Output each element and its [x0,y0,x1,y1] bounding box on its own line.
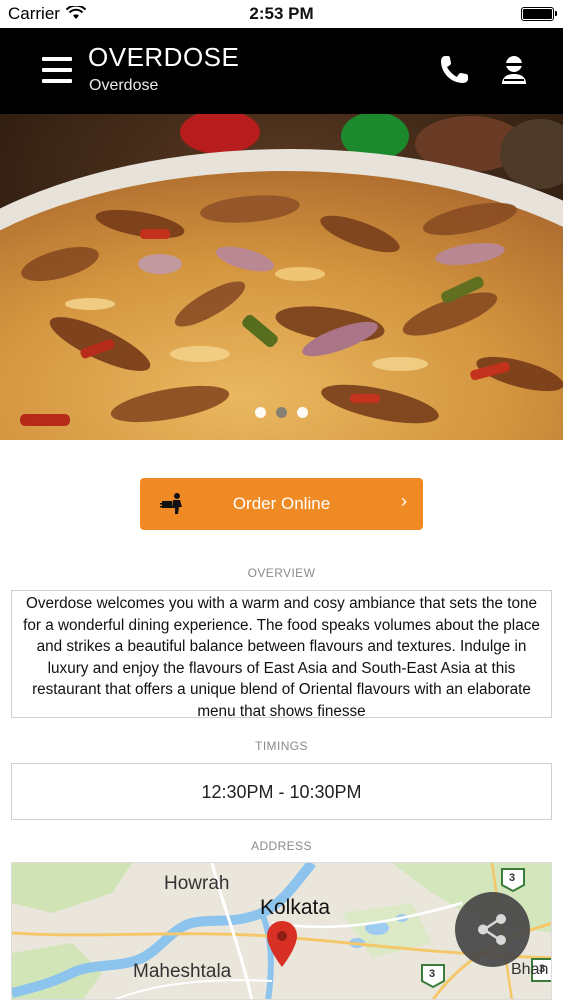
timings-value: 12:30PM - 10:30PM [201,782,362,802]
page-subtitle: Overdose [89,77,159,94]
share-icon [478,914,506,945]
menu-button[interactable] [40,54,74,86]
route-shield-label: 3 [509,872,516,884]
route-shield-label: 3 [539,963,546,975]
call-button[interactable] [436,52,472,88]
menu-icon [42,57,72,61]
map-label-howrah: Howrah [164,873,230,894]
page-title: OVERDOSE [88,42,240,72]
timings-heading: TIMINGS [255,739,308,753]
address-heading: ADDRESS [251,839,312,853]
battery-icon [521,7,557,21]
phone-icon [441,56,468,83]
profile-icon [502,56,526,84]
profile-button[interactable] [496,52,532,88]
chevron-right-icon: › [401,491,407,511]
order-online-button[interactable]: Order Online › [140,478,423,530]
order-online-label: Order Online [232,494,331,513]
carousel-dot[interactable] [276,407,287,418]
overview-heading: OVERVIEW [247,566,316,580]
overview-card: Overdose welcomes you with a warm and co… [11,590,552,720]
overview-text: Overdose welcomes you with a warm and co… [23,595,540,720]
app-header: OVERDOSE Overdose [0,28,563,114]
hero-carousel[interactable] [0,114,563,440]
route-shield-label: 3 [429,968,436,980]
status-time: 2:53 PM [249,4,314,23]
carousel-dots [0,407,563,418]
pizza-photo [0,114,563,440]
share-button[interactable] [455,892,530,967]
status-bar: Carrier 2:53 PM [0,0,563,28]
map-label-maheshtala: Maheshtala [133,961,232,982]
timings-card: 12:30PM - 10:30PM [11,763,552,820]
carousel-dot[interactable] [255,407,266,418]
carousel-dot-active[interactable] [297,407,308,418]
map-label-kolkata: Kolkata [260,896,331,919]
